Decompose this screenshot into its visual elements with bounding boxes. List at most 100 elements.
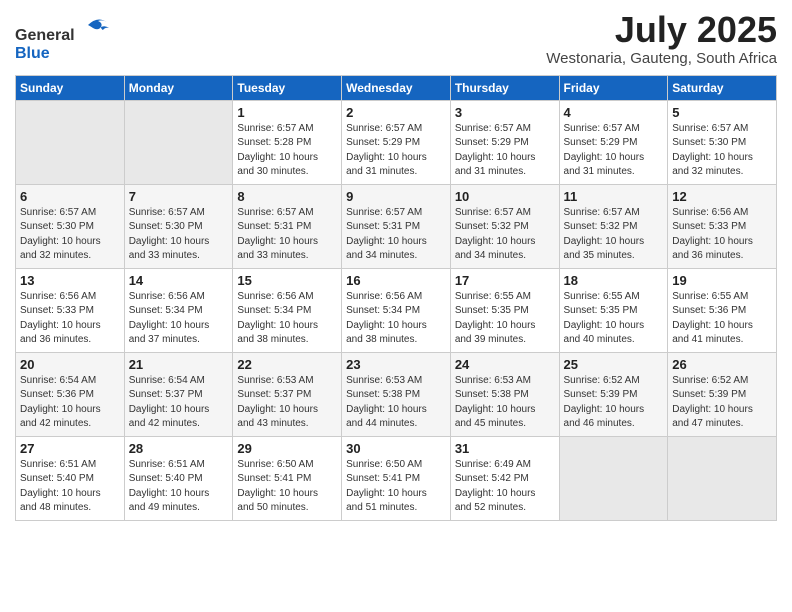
day-info: Sunrise: 6:52 AMSunset: 5:39 PMDaylight:… bbox=[564, 375, 645, 430]
calendar-day-cell: 15Sunrise: 6:56 AMSunset: 5:34 PMDayligh… bbox=[233, 268, 342, 352]
calendar-day-cell: 18 Sunrise: 6:55 AMSunset: 5:35 PMDayligh… bbox=[559, 268, 668, 352]
day-number: 11 bbox=[564, 189, 664, 204]
day-number: 26 bbox=[672, 357, 772, 372]
day-number: 10 bbox=[455, 189, 555, 204]
calendar-day-cell: 6 Sunrise: 6:57 AMSunset: 5:30 PMDaylight… bbox=[16, 184, 125, 268]
day-number: 29 bbox=[237, 441, 337, 456]
calendar-day-cell: 31Sunrise: 6:49 AMSunset: 5:42 PMDayligh… bbox=[450, 436, 559, 520]
day-info: Sunrise: 6:54 AMSunset: 5:37 PMDaylight:… bbox=[129, 375, 210, 430]
calendar-day-cell: 10 Sunrise: 6:57 AMSunset: 5:32 PMDayligh… bbox=[450, 184, 559, 268]
day-info: Sunrise: 6:57 AMSunset: 5:31 PMDaylight:… bbox=[346, 207, 427, 262]
day-number: 19 bbox=[672, 273, 772, 288]
day-number: 7 bbox=[129, 189, 229, 204]
calendar-day-cell: 14 Sunrise: 6:56 AMSunset: 5:34 PMDayligh… bbox=[124, 268, 233, 352]
day-number: 16 bbox=[346, 273, 446, 288]
day-number: 24 bbox=[455, 357, 555, 372]
day-number: 2 bbox=[346, 105, 446, 120]
day-number: 8 bbox=[237, 189, 337, 204]
calendar-day-cell bbox=[559, 436, 668, 520]
calendar-day-cell bbox=[16, 100, 125, 184]
day-info: Sunrise: 6:51 AMSunset: 5:40 PMDaylight:… bbox=[129, 459, 210, 514]
calendar-day-cell: 8Sunrise: 6:57 AMSunset: 5:31 PMDaylight… bbox=[233, 184, 342, 268]
calendar-week-row: 13 Sunrise: 6:56 AMSunset: 5:33 PMDayligh… bbox=[16, 268, 777, 352]
day-info: Sunrise: 6:57 AMSunset: 5:28 PMDaylight:… bbox=[237, 123, 318, 178]
calendar-day-cell: 9 Sunrise: 6:57 AMSunset: 5:31 PMDaylight… bbox=[342, 184, 451, 268]
day-info: Sunrise: 6:53 AMSunset: 5:37 PMDaylight:… bbox=[237, 375, 318, 430]
day-number: 27 bbox=[20, 441, 120, 456]
logo-icon bbox=[83, 10, 113, 40]
day-info: Sunrise: 6:57 AMSunset: 5:29 PMDaylight:… bbox=[346, 123, 427, 178]
calendar-day-cell: 21Sunrise: 6:54 AMSunset: 5:37 PMDayligh… bbox=[124, 352, 233, 436]
day-number: 18 bbox=[564, 273, 664, 288]
header-saturday: Saturday bbox=[668, 75, 777, 100]
calendar-day-cell: 7 Sunrise: 6:57 AMSunset: 5:30 PMDaylight… bbox=[124, 184, 233, 268]
calendar-day-cell: 27 Sunrise: 6:51 AMSunset: 5:40 PMDayligh… bbox=[16, 436, 125, 520]
day-info: Sunrise: 6:53 AMSunset: 5:38 PMDaylight:… bbox=[455, 375, 536, 430]
calendar-day-cell: 12 Sunrise: 6:56 AMSunset: 5:33 PMDayligh… bbox=[668, 184, 777, 268]
day-number: 3 bbox=[455, 105, 555, 120]
day-number: 20 bbox=[20, 357, 120, 372]
calendar-day-cell: 26 Sunrise: 6:52 AMSunset: 5:39 PMDayligh… bbox=[668, 352, 777, 436]
calendar-week-row: 20Sunrise: 6:54 AMSunset: 5:36 PMDayligh… bbox=[16, 352, 777, 436]
calendar-day-cell: 20Sunrise: 6:54 AMSunset: 5:36 PMDayligh… bbox=[16, 352, 125, 436]
day-number: 17 bbox=[455, 273, 555, 288]
day-number: 5 bbox=[672, 105, 772, 120]
day-number: 30 bbox=[346, 441, 446, 456]
day-number: 13 bbox=[20, 273, 120, 288]
calendar-day-cell: 17Sunrise: 6:55 AMSunset: 5:35 PMDayligh… bbox=[450, 268, 559, 352]
day-info: Sunrise: 6:57 AMSunset: 5:32 PMDaylight:… bbox=[564, 207, 645, 262]
calendar-week-row: 27 Sunrise: 6:51 AMSunset: 5:40 PMDayligh… bbox=[16, 436, 777, 520]
header-thursday: Thursday bbox=[450, 75, 559, 100]
logo-blue: Blue bbox=[15, 45, 50, 62]
day-info: Sunrise: 6:55 AMSunset: 5:36 PMDaylight:… bbox=[672, 291, 753, 346]
day-info: Sunrise: 6:57 AMSunset: 5:32 PMDaylight:… bbox=[455, 207, 536, 262]
weekday-header-row: Sunday Monday Tuesday Wednesday Thursday… bbox=[16, 75, 777, 100]
title-block: July 2025 Westonaria, Gauteng, South Afr… bbox=[546, 10, 777, 67]
logo-general: General bbox=[15, 27, 75, 44]
calendar-day-cell: 2 Sunrise: 6:57 AMSunset: 5:29 PMDaylight… bbox=[342, 100, 451, 184]
calendar-day-cell: 4 Sunrise: 6:57 AMSunset: 5:29 PMDaylight… bbox=[559, 100, 668, 184]
calendar-day-cell: 11 Sunrise: 6:57 AMSunset: 5:32 PMDayligh… bbox=[559, 184, 668, 268]
day-number: 14 bbox=[129, 273, 229, 288]
header-wednesday: Wednesday bbox=[342, 75, 451, 100]
calendar-day-cell: 25Sunrise: 6:52 AMSunset: 5:39 PMDayligh… bbox=[559, 352, 668, 436]
day-number: 4 bbox=[564, 105, 664, 120]
day-info: Sunrise: 6:51 AMSunset: 5:40 PMDaylight:… bbox=[20, 459, 101, 514]
calendar-day-cell bbox=[124, 100, 233, 184]
calendar-day-cell: 13 Sunrise: 6:56 AMSunset: 5:33 PMDayligh… bbox=[16, 268, 125, 352]
day-info: Sunrise: 6:57 AMSunset: 5:29 PMDaylight:… bbox=[564, 123, 645, 178]
logo: General Blue bbox=[15, 10, 113, 63]
calendar-day-cell: 1Sunrise: 6:57 AMSunset: 5:28 PMDaylight… bbox=[233, 100, 342, 184]
day-info: Sunrise: 6:56 AMSunset: 5:33 PMDaylight:… bbox=[20, 291, 101, 346]
calendar-day-cell: 30 Sunrise: 6:50 AMSunset: 5:41 PMDayligh… bbox=[342, 436, 451, 520]
header-tuesday: Tuesday bbox=[233, 75, 342, 100]
day-number: 12 bbox=[672, 189, 772, 204]
day-info: Sunrise: 6:55 AMSunset: 5:35 PMDaylight:… bbox=[564, 291, 645, 346]
day-number: 22 bbox=[237, 357, 337, 372]
day-info: Sunrise: 6:56 AMSunset: 5:34 PMDaylight:… bbox=[346, 291, 427, 346]
day-info: Sunrise: 6:52 AMSunset: 5:39 PMDaylight:… bbox=[672, 375, 753, 430]
calendar-day-cell bbox=[668, 436, 777, 520]
day-info: Sunrise: 6:50 AMSunset: 5:41 PMDaylight:… bbox=[346, 459, 427, 514]
calendar-day-cell: 19 Sunrise: 6:55 AMSunset: 5:36 PMDayligh… bbox=[668, 268, 777, 352]
day-info: Sunrise: 6:49 AMSunset: 5:42 PMDaylight:… bbox=[455, 459, 536, 514]
header-friday: Friday bbox=[559, 75, 668, 100]
calendar-day-cell: 22 Sunrise: 6:53 AMSunset: 5:37 PMDayligh… bbox=[233, 352, 342, 436]
day-info: Sunrise: 6:50 AMSunset: 5:41 PMDaylight:… bbox=[237, 459, 318, 514]
day-info: Sunrise: 6:57 AMSunset: 5:29 PMDaylight:… bbox=[455, 123, 536, 178]
page-container: General Blue July 2025 Westonaria, Gaute… bbox=[0, 0, 792, 531]
header: General Blue July 2025 Westonaria, Gaute… bbox=[15, 10, 777, 67]
calendar-week-row: 6 Sunrise: 6:57 AMSunset: 5:30 PMDaylight… bbox=[16, 184, 777, 268]
calendar-week-row: 1Sunrise: 6:57 AMSunset: 5:28 PMDaylight… bbox=[16, 100, 777, 184]
main-title: July 2025 bbox=[546, 10, 777, 50]
day-info: Sunrise: 6:57 AMSunset: 5:30 PMDaylight:… bbox=[20, 207, 101, 262]
day-number: 9 bbox=[346, 189, 446, 204]
day-number: 6 bbox=[20, 189, 120, 204]
day-info: Sunrise: 6:57 AMSunset: 5:30 PMDaylight:… bbox=[129, 207, 210, 262]
day-info: Sunrise: 6:56 AMSunset: 5:33 PMDaylight:… bbox=[672, 207, 753, 262]
day-info: Sunrise: 6:56 AMSunset: 5:34 PMDaylight:… bbox=[129, 291, 210, 346]
day-info: Sunrise: 6:53 AMSunset: 5:38 PMDaylight:… bbox=[346, 375, 427, 430]
calendar-day-cell: 28Sunrise: 6:51 AMSunset: 5:40 PMDayligh… bbox=[124, 436, 233, 520]
calendar-day-cell: 29 Sunrise: 6:50 AMSunset: 5:41 PMDayligh… bbox=[233, 436, 342, 520]
calendar-table: Sunday Monday Tuesday Wednesday Thursday… bbox=[15, 75, 777, 521]
